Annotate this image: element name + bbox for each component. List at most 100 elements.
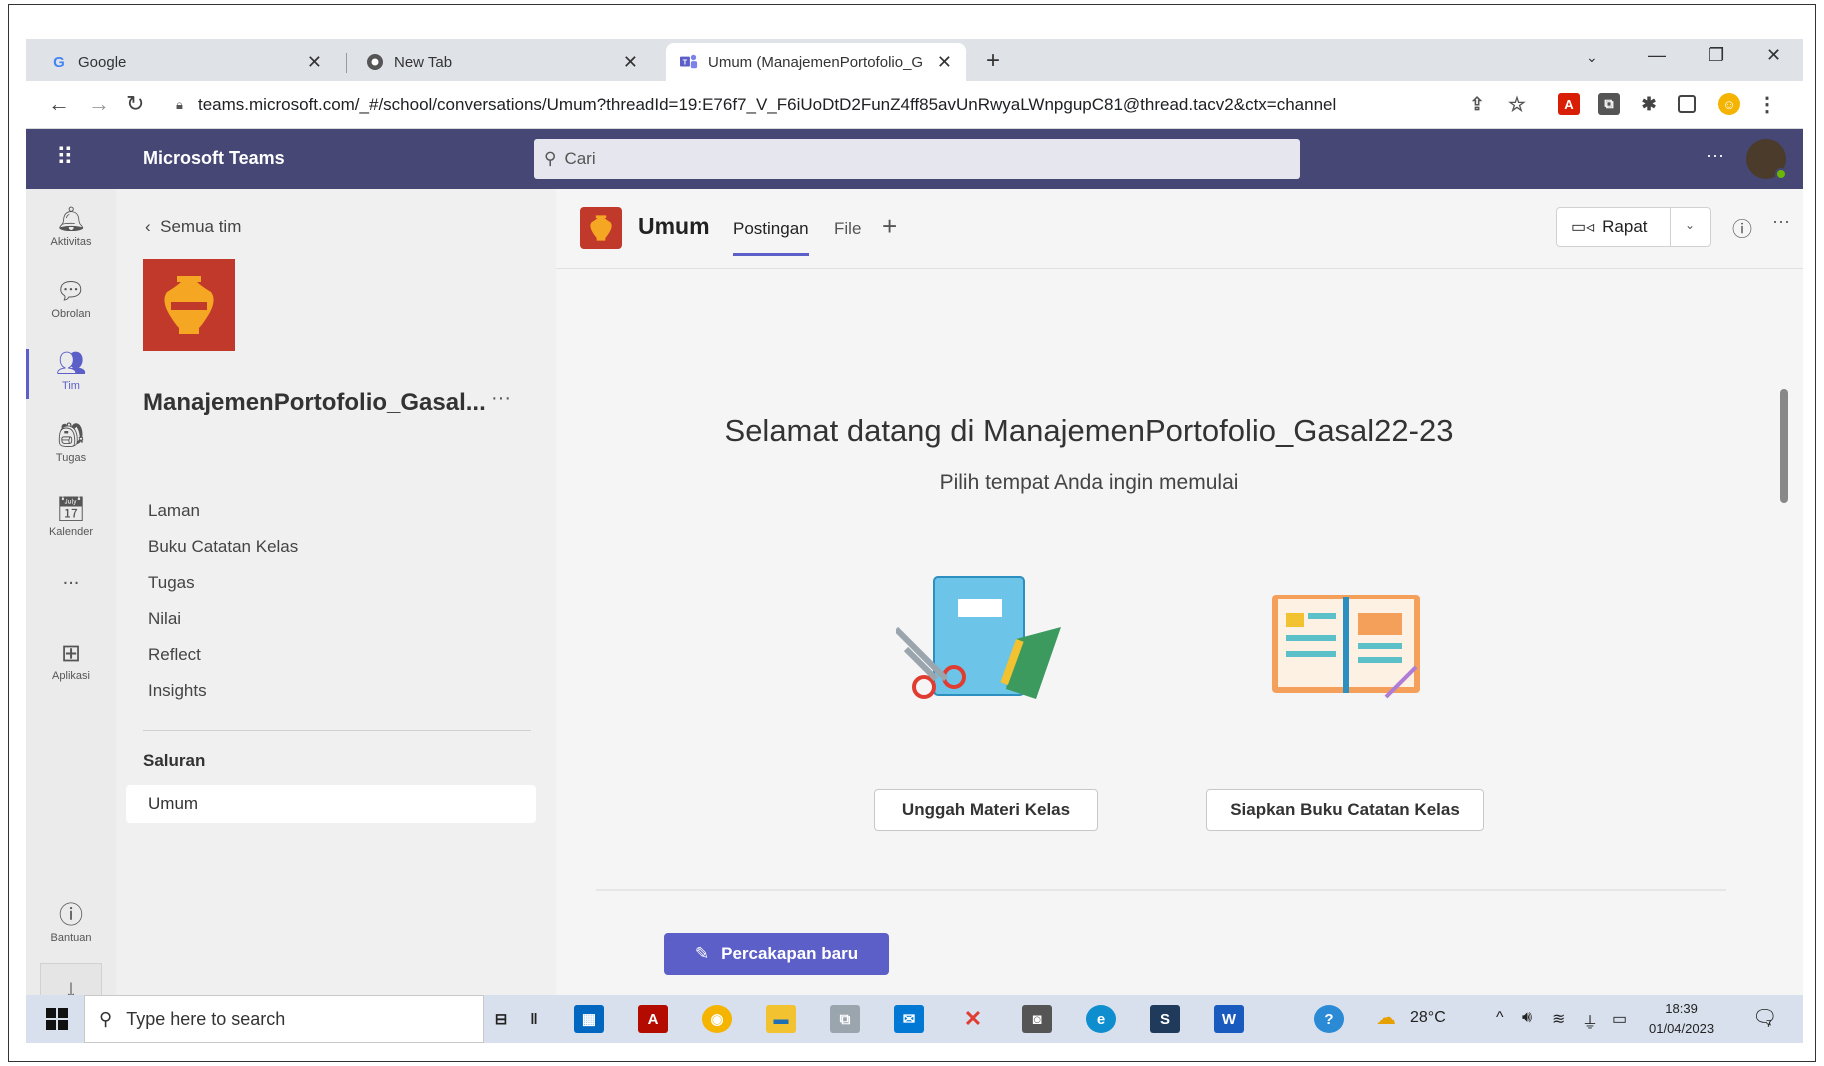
- new-tab-button[interactable]: +: [986, 47, 1000, 75]
- back-arrow-icon[interactable]: ←: [48, 91, 70, 117]
- browser-menu-icon[interactable]: ⋮: [1756, 93, 1778, 116]
- meet-label: Rapat: [1602, 217, 1648, 236]
- close-icon[interactable]: ✕: [307, 52, 322, 73]
- app-launcher-icon[interactable]: ⠿: [56, 143, 75, 172]
- rail-label: Tim: [62, 380, 80, 392]
- browser-toolbar: ← → ↻ 🔒︎ teams.microsoft.com/_#/school/c…: [26, 81, 1803, 129]
- windows-taskbar: ⚲ Type here to search ⊟ ‖ ▦ A ◉ ▬ ⧉ ✉ ✕ …: [26, 995, 1803, 1043]
- nav-link-assignments[interactable]: Tugas: [148, 573, 195, 593]
- setup-class-notebook-button[interactable]: Siapkan Buku Catatan Kelas: [1206, 789, 1484, 831]
- share-icon[interactable]: ⇪: [1466, 93, 1488, 115]
- browser-tabstrip: G Google ✕ New Tab ✕ T Umum (ManajemenPo…: [26, 39, 1803, 81]
- windows-start-icon[interactable]: [46, 1008, 68, 1030]
- acrobat-extension-icon[interactable]: A: [1558, 93, 1580, 115]
- rail-item-chat[interactable]: 💬︎ Obrolan: [26, 271, 116, 331]
- rail-item-teams[interactable]: 👥︎ Tim: [26, 343, 116, 403]
- divider: [596, 889, 1726, 891]
- welcome-title: Selamat datang di ManajemenPortofolio_Ga…: [724, 413, 1454, 448]
- close-icon[interactable]: ✕: [623, 52, 638, 73]
- search-input[interactable]: ⚲ Cari: [534, 139, 1300, 179]
- tab-posts[interactable]: Postingan: [733, 219, 809, 256]
- nav-link-insights[interactable]: Insights: [148, 681, 207, 701]
- help-app-icon[interactable]: ?: [1314, 1005, 1344, 1033]
- profile-avatar-icon[interactable]: ☺: [1718, 93, 1740, 115]
- split-divider: [1670, 208, 1671, 246]
- channel-header: Umum Postingan File + ▭◃ Rapat ⌄ ⓘ ···: [556, 189, 1803, 269]
- battery-icon[interactable]: ▭: [1612, 1009, 1627, 1029]
- add-tab-button[interactable]: +: [882, 211, 897, 242]
- chevron-down-icon[interactable]: ⌄: [1685, 218, 1695, 232]
- tab-separator: [346, 53, 347, 73]
- reload-icon[interactable]: ↻: [126, 91, 144, 117]
- rail-item-apps[interactable]: ⊞ Aplikasi: [26, 633, 116, 693]
- channel-item-umum[interactable]: Umum: [126, 785, 536, 823]
- lock-icon: 🔒︎: [176, 97, 183, 112]
- acrobat-icon[interactable]: A: [638, 1005, 668, 1033]
- taskbar-search-input[interactable]: ⚲ Type here to search: [84, 995, 484, 1043]
- word-icon[interactable]: W: [1214, 1005, 1244, 1033]
- weather-temperature[interactable]: 28°C: [1410, 1009, 1446, 1027]
- extension-icon[interactable]: ⧉: [1598, 93, 1620, 115]
- notification-icon[interactable]: 🗨︎: [1752, 1005, 1777, 1030]
- user-avatar[interactable]: [1746, 139, 1787, 180]
- tab-files[interactable]: File: [834, 219, 861, 239]
- browser-tab-new-tab[interactable]: New Tab ✕: [352, 43, 652, 81]
- browser-tab-teams[interactable]: T Umum (ManajemenPortofolio_G ✕: [666, 43, 966, 81]
- volume-icon[interactable]: 🔊︎: [1522, 1009, 1532, 1027]
- rail-label: Bantuan: [50, 932, 92, 944]
- bookmark-star-icon[interactable]: ☆: [1506, 93, 1528, 116]
- team-more-button[interactable]: ···: [491, 387, 511, 410]
- svg-text:T: T: [683, 58, 688, 67]
- rail-item-calendar[interactable]: 📅︎ Kalender: [26, 489, 116, 549]
- file-explorer-icon[interactable]: ▬: [766, 1005, 796, 1033]
- sublime-icon[interactable]: S: [1150, 1005, 1180, 1033]
- tab-title: Google: [78, 53, 127, 71]
- restore-icon[interactable]: ❐: [1708, 45, 1724, 66]
- browser-tab-google[interactable]: G Google ✕: [36, 43, 336, 81]
- info-icon[interactable]: ⓘ: [1732, 213, 1752, 242]
- usb-icon[interactable]: ⏚: [1582, 1009, 1598, 1033]
- back-to-all-teams[interactable]: ‹ Semua tim: [145, 217, 241, 237]
- close-window-icon[interactable]: ✕: [1766, 45, 1781, 66]
- close-icon[interactable]: ✕: [937, 52, 952, 73]
- copy-app-icon[interactable]: ⧉: [830, 1005, 860, 1033]
- nav-link-home[interactable]: Laman: [148, 501, 200, 521]
- settings-more-button[interactable]: ···: [1706, 145, 1724, 166]
- upload-materials-button[interactable]: Unggah Materi Kelas: [874, 789, 1098, 831]
- puzzle-extensions-icon[interactable]: ✱: [1638, 93, 1660, 115]
- more-options-icon[interactable]: ···: [1772, 211, 1790, 232]
- nav-link-grades[interactable]: Nilai: [148, 609, 181, 629]
- camera-icon[interactable]: ◙: [1022, 1005, 1052, 1033]
- minimize-icon[interactable]: —: [1648, 45, 1666, 66]
- help-icon: ⓘ: [59, 902, 83, 929]
- task-view-icon[interactable]: ⊟: [486, 1005, 516, 1033]
- forward-arrow-icon[interactable]: →: [88, 91, 110, 117]
- rail-item-more[interactable]: ...: [26, 561, 116, 621]
- team-logo: [143, 259, 235, 351]
- clock-date: 01/04/2023: [1649, 1021, 1715, 1036]
- rail-item-help[interactable]: ⓘ Bantuan: [26, 889, 116, 949]
- nav-link-class-notebook[interactable]: Buku Catatan Kelas: [148, 537, 298, 557]
- tab-search-icon[interactable]: ⌄: [1586, 49, 1598, 66]
- show-hidden-icons[interactable]: ^: [1496, 1009, 1504, 1027]
- wifi-icon[interactable]: ≋: [1552, 1009, 1565, 1029]
- scrollbar-thumb[interactable]: [1780, 389, 1788, 503]
- store-icon[interactable]: ▦: [574, 1005, 604, 1033]
- rail-item-assignments[interactable]: 🎒︎ Tugas: [26, 415, 116, 475]
- mail-icon[interactable]: ✉: [894, 1005, 924, 1033]
- rail-label: Kalender: [48, 526, 94, 538]
- rail-item-activity[interactable]: 🔔︎ Aktivitas: [26, 199, 116, 259]
- teams-header: ⠿ Microsoft Teams ⚲ Cari ···: [26, 129, 1803, 189]
- nav-link-reflect[interactable]: Reflect: [148, 645, 201, 665]
- side-panel-icon[interactable]: [1678, 95, 1696, 113]
- system-clock[interactable]: 18:39 01/04/2023: [1649, 999, 1714, 1039]
- chrome-icon[interactable]: ◉: [702, 1005, 732, 1033]
- new-conversation-button[interactable]: ✎ Percakapan baru: [664, 933, 889, 975]
- xampp-icon[interactable]: ✕: [958, 1005, 988, 1033]
- chevron-left-icon: ‹: [145, 217, 161, 236]
- address-bar[interactable]: 🔒︎ teams.microsoft.com/_#/school/convers…: [176, 87, 1406, 123]
- weather-icon[interactable]: ☁: [1376, 1005, 1396, 1030]
- teams-icon: T: [680, 53, 698, 71]
- edge-icon[interactable]: e: [1086, 1005, 1116, 1033]
- meet-button[interactable]: ▭◃ Rapat ⌄: [1556, 207, 1711, 247]
